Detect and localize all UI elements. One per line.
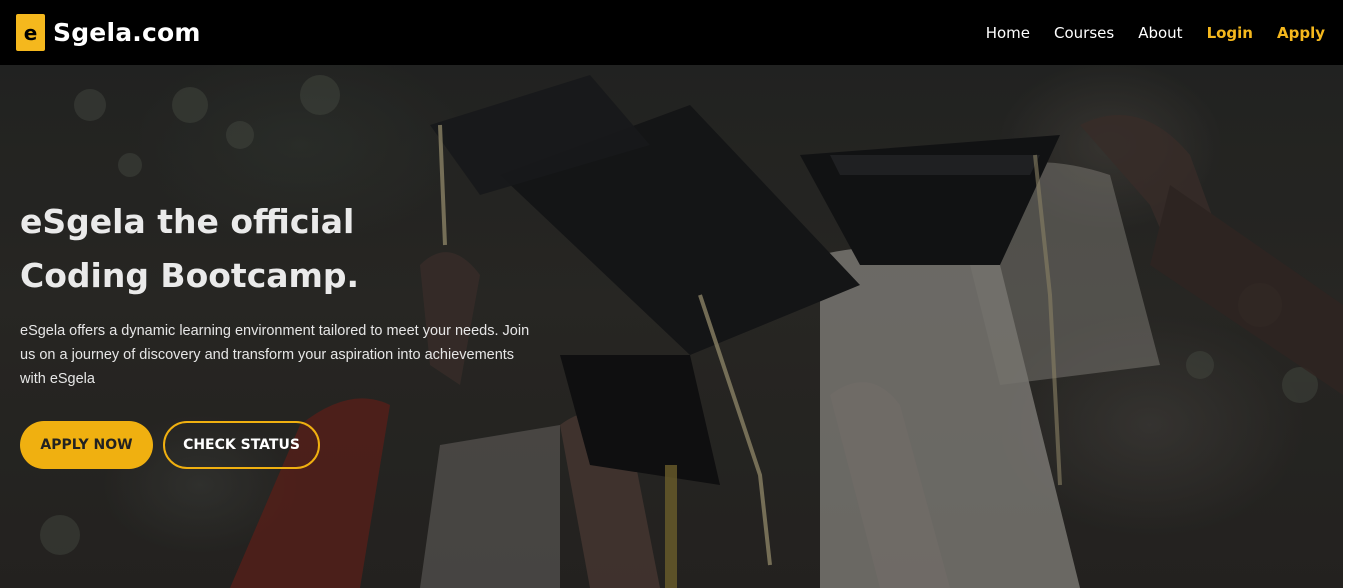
hero-title: eSgela the official Coding Bootcamp. bbox=[20, 202, 360, 295]
navbar: e Sgela.com Home Courses About Login App… bbox=[0, 0, 1343, 65]
check-status-button[interactable]: CHECK STATUS bbox=[163, 421, 320, 469]
page: e Sgela.com Home Courses About Login App… bbox=[0, 0, 1346, 588]
brand-logo[interactable]: e Sgela.com bbox=[16, 14, 201, 51]
nav-links: Home Courses About Login Apply bbox=[962, 24, 1325, 42]
brand-name: Sgela.com bbox=[53, 18, 201, 47]
nav-apply-link[interactable]: Apply bbox=[1277, 24, 1325, 42]
logo-icon: e bbox=[16, 14, 45, 51]
hero-buttons: APPLY NOW CHECK STATUS bbox=[20, 421, 580, 469]
hero-description: eSgela offers a dynamic learning environ… bbox=[20, 323, 530, 387]
nav-home-link[interactable]: Home bbox=[986, 24, 1030, 42]
logo-letter: e bbox=[23, 20, 38, 45]
hero-section: eSgela the official Coding Bootcamp. eSg… bbox=[0, 65, 1343, 588]
apply-now-button[interactable]: APPLY NOW bbox=[20, 421, 153, 469]
nav-courses-link[interactable]: Courses bbox=[1054, 24, 1114, 42]
nav-login-link[interactable]: Login bbox=[1207, 24, 1253, 42]
hero-content: eSgela the official Coding Bootcamp. eSg… bbox=[20, 195, 580, 469]
nav-about-link[interactable]: About bbox=[1138, 24, 1182, 42]
